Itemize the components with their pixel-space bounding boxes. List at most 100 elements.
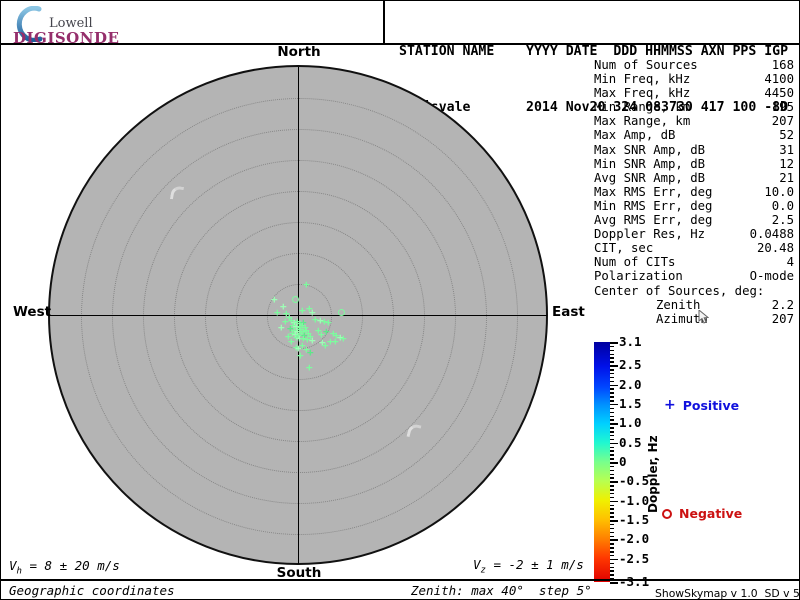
colorbar-tick-label: -1.0 xyxy=(619,492,650,508)
colorbar-minor-tick xyxy=(610,392,614,394)
stat-row: Max RMS Err, deg 10.0 xyxy=(594,185,794,199)
legend-negative-label: Negative xyxy=(679,506,743,521)
stat-row: Polarization O-mode xyxy=(594,269,794,283)
colorbar-tick xyxy=(610,539,618,541)
colorbar-tick-label: 0 xyxy=(619,454,627,469)
stat-label: Num of Sources xyxy=(594,58,698,72)
stat-row: Avg SNR Amp, dB 21 xyxy=(594,171,794,185)
vz-value: = -2 ± 1 m/s xyxy=(485,557,584,572)
stat-value: 4 xyxy=(786,255,794,270)
stat-label: Zenith xyxy=(656,297,701,312)
stats-panel: Num of Sources 168 Min Freq, kHz 4100 Max Fr… xyxy=(594,58,794,326)
coordinates-note: Geographic coordinates xyxy=(9,583,175,598)
colorbar-tick-label: 0.5 xyxy=(619,434,642,450)
colorbar-minor-tick xyxy=(610,485,614,487)
source-point-negative xyxy=(292,296,299,303)
colorbar-minor-tick xyxy=(610,458,614,460)
colorbar-tick-label: -3.1 xyxy=(619,574,650,589)
stat-label: Polarization xyxy=(594,269,683,284)
compass-label-north: North xyxy=(277,44,321,60)
colorbar-minor-tick xyxy=(610,396,614,398)
colorbar-minor-tick xyxy=(610,562,614,565)
source-point-positive: + xyxy=(306,361,313,374)
stat-label: Max RMS Err, deg xyxy=(594,184,713,199)
stat-value: 31 xyxy=(779,142,794,157)
stat-value: 52 xyxy=(779,128,794,143)
vh-symbol: V xyxy=(9,558,17,573)
colorbar-tick xyxy=(610,442,618,445)
source-point-positive: + xyxy=(303,278,310,291)
colorbar-minor-tick xyxy=(610,380,614,383)
stat-value: 12 xyxy=(779,156,794,171)
colorbar-minor-tick xyxy=(610,489,614,491)
stat-row: Azimuth 207 xyxy=(594,312,794,326)
stat-label: Max Amp, dB xyxy=(594,128,676,143)
colorbar-tick-label: 3.1 xyxy=(619,334,642,349)
colorbar-minor-tick xyxy=(610,400,614,402)
colorbar-minor-tick xyxy=(610,469,614,472)
app-version: ShowSkymap v 1.0 SD v 5.1 xyxy=(655,587,800,600)
colorbar-minor-tick xyxy=(610,543,614,545)
circle-marker-icon xyxy=(662,508,672,519)
stat-row: Zenith 2.2 xyxy=(594,298,794,312)
colorbar-minor-tick xyxy=(610,434,614,437)
colorbar-minor-tick xyxy=(610,574,614,576)
colorbar-tick xyxy=(610,403,618,406)
vh-value: = 8 ± 20 m/s xyxy=(21,558,120,573)
colorbar-minor-tick xyxy=(610,454,614,456)
colorbar-minor-tick xyxy=(610,369,614,371)
stat-label: Avg SNR Amp, dB xyxy=(594,170,706,185)
stat-row: Min SNR Amp, dB 12 xyxy=(594,157,794,171)
stat-value: 10.0 xyxy=(764,184,794,199)
colorbar-minor-tick xyxy=(610,473,614,476)
colorbar-gradient xyxy=(594,342,610,582)
stat-value: 168 xyxy=(771,58,794,72)
stat-row: Min Freq, kHz 4100 xyxy=(594,72,794,86)
colorbar-axis-label: Doppler, Hz xyxy=(646,435,660,513)
colorbar-minor-tick xyxy=(610,570,614,572)
stat-value: 21 xyxy=(779,170,794,185)
source-point-positive: + xyxy=(332,335,339,348)
mouse-cursor-icon xyxy=(698,310,709,324)
stat-row: CIT, sec 20.48 xyxy=(594,241,794,255)
stat-label: Avg RMS Err, deg xyxy=(594,213,713,228)
source-point-negative xyxy=(338,309,345,316)
legend-positive-label: Positive xyxy=(682,397,740,413)
stat-label: Max Range, km xyxy=(594,114,691,129)
colorbar-tick-label: -2.0 xyxy=(619,531,650,547)
stat-label: Min Freq, kHz xyxy=(594,72,691,87)
colorbar-tick-label: -0.5 xyxy=(619,473,650,489)
legend-negative: Negative xyxy=(662,506,742,521)
legend-positive: + Positive xyxy=(664,397,739,413)
colorbar-minor-tick xyxy=(610,551,614,553)
compass-label-east: East xyxy=(552,304,585,320)
colorbar-minor-tick xyxy=(610,438,614,441)
stat-row: Num of Sources 168 xyxy=(594,58,794,72)
colorbar-minor-tick xyxy=(610,527,614,530)
stat-label: Max Freq, kHz xyxy=(594,86,691,101)
source-point-positive: + xyxy=(307,346,314,359)
colorbar-minor-tick xyxy=(610,496,614,499)
stat-label: Min SNR Amp, dB xyxy=(594,156,706,171)
colorbar-minor-tick xyxy=(610,361,614,363)
colorbar-minor-tick xyxy=(610,349,614,352)
colorbar-tick xyxy=(610,500,618,503)
source-point-positive: + xyxy=(340,332,347,345)
stat-row: Center of Sources, deg: xyxy=(594,284,794,298)
colorbar-tick xyxy=(610,582,618,584)
colorbar-minor-tick xyxy=(610,353,614,356)
colorbar-minor-tick xyxy=(610,407,614,410)
colorbar-minor-tick xyxy=(610,492,614,495)
colorbar-minor-tick xyxy=(610,431,614,433)
vz-symbol: V xyxy=(473,557,481,572)
colorbar-minor-tick xyxy=(610,465,614,468)
colorbar-minor-tick xyxy=(610,531,614,534)
colorbar-minor-tick xyxy=(610,427,614,429)
colorbar-minor-tick xyxy=(610,357,614,359)
stat-value: 2.5 xyxy=(771,213,794,228)
stat-value: 0.0488 xyxy=(749,227,794,242)
colorbar-minor-tick xyxy=(610,411,614,414)
vh-readout: Vh = 8 ± 20 m/s xyxy=(9,558,120,577)
source-point-positive: + xyxy=(288,335,295,348)
colorbar-minor-tick xyxy=(610,508,614,510)
